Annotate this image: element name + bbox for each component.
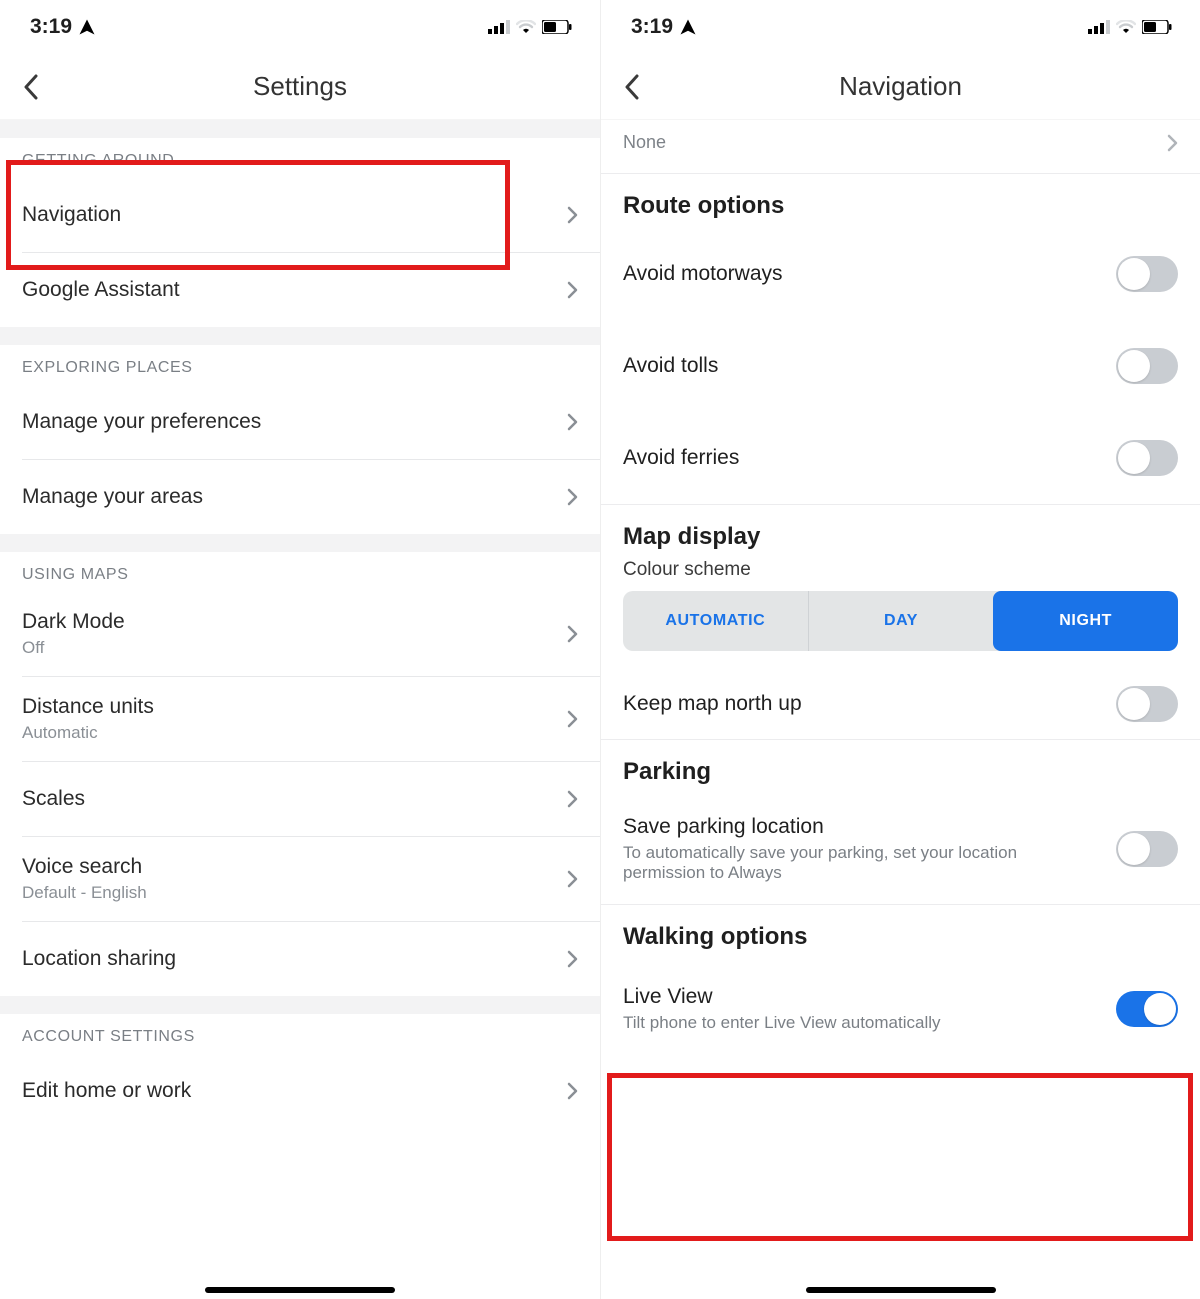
chevron-left-icon bbox=[23, 74, 39, 100]
status-time: 3:19 bbox=[30, 15, 72, 39]
settings-screen: 3:19 Settings GETTING AROUND Navigation bbox=[0, 0, 600, 1299]
navigation-screen: 3:19 Navigation None Route options bbox=[600, 0, 1200, 1299]
chevron-right-icon bbox=[1167, 134, 1178, 152]
battery-icon bbox=[1142, 20, 1172, 34]
row-label: Dark Mode bbox=[22, 610, 567, 634]
row-avoid-tolls: Avoid tolls bbox=[601, 320, 1200, 412]
row-live-view: Live View Tilt phone to enter Live View … bbox=[601, 959, 1200, 1059]
location-icon bbox=[78, 18, 96, 36]
colour-scheme-segmented: AUTOMATIC DAY NIGHT bbox=[623, 591, 1178, 651]
row-label: Avoid ferries bbox=[623, 446, 739, 470]
page-title: Navigation bbox=[601, 71, 1200, 102]
section-header-getting-around: GETTING AROUND bbox=[0, 138, 600, 178]
row-save-parking: Save parking location To automatically s… bbox=[601, 794, 1200, 904]
nav-bar: Settings bbox=[0, 54, 600, 120]
row-label: Avoid tolls bbox=[623, 354, 718, 378]
row-label: Navigation bbox=[22, 203, 567, 227]
chevron-right-icon bbox=[567, 710, 578, 728]
toggle-save-parking[interactable] bbox=[1116, 831, 1178, 867]
row-none[interactable]: None bbox=[601, 120, 1200, 173]
chevron-right-icon bbox=[567, 950, 578, 968]
row-manage-preferences[interactable]: Manage your preferences bbox=[0, 385, 600, 459]
row-label: Distance units bbox=[22, 695, 567, 719]
row-sub: Default - English bbox=[22, 883, 567, 903]
row-dark-mode[interactable]: Dark Mode Off bbox=[0, 592, 600, 676]
row-label: Keep map north up bbox=[623, 692, 802, 716]
back-button[interactable] bbox=[6, 62, 56, 112]
chevron-right-icon bbox=[567, 488, 578, 506]
home-indicator bbox=[806, 1287, 996, 1293]
group-parking: Parking bbox=[601, 740, 1200, 794]
chevron-right-icon bbox=[567, 413, 578, 431]
row-label: Live View bbox=[623, 985, 941, 1009]
row-label: Edit home or work bbox=[22, 1079, 567, 1103]
scheme-option-automatic[interactable]: AUTOMATIC bbox=[623, 591, 808, 651]
row-distance-units[interactable]: Distance units Automatic bbox=[0, 677, 600, 761]
status-icons bbox=[1088, 20, 1172, 34]
home-indicator bbox=[205, 1287, 395, 1293]
status-bar: 3:19 bbox=[601, 0, 1200, 54]
annotation-highlight bbox=[607, 1073, 1193, 1241]
toggle-live-view[interactable] bbox=[1116, 991, 1178, 1027]
battery-icon bbox=[542, 20, 572, 34]
section-header-using-maps: USING MAPS bbox=[0, 552, 600, 592]
row-voice-search[interactable]: Voice search Default - English bbox=[0, 837, 600, 921]
page-title: Settings bbox=[0, 71, 600, 102]
row-label: Scales bbox=[22, 787, 567, 811]
row-sub: To automatically save your parking, set … bbox=[623, 843, 1053, 883]
row-avoid-ferries: Avoid ferries bbox=[601, 412, 1200, 504]
location-icon bbox=[679, 18, 697, 36]
chevron-right-icon bbox=[567, 625, 578, 643]
row-label: Manage your areas bbox=[22, 485, 567, 509]
row-label: Voice search bbox=[22, 855, 567, 879]
chevron-right-icon bbox=[567, 1082, 578, 1100]
nav-bar: Navigation bbox=[601, 54, 1200, 120]
cellular-icon bbox=[1088, 20, 1110, 34]
row-label: Location sharing bbox=[22, 947, 567, 971]
group-walking-options: Walking options bbox=[601, 905, 1200, 959]
wifi-icon bbox=[1116, 20, 1136, 34]
row-location-sharing[interactable]: Location sharing bbox=[0, 922, 600, 996]
cellular-icon bbox=[488, 20, 510, 34]
row-sub: Automatic bbox=[22, 723, 567, 743]
chevron-right-icon bbox=[567, 870, 578, 888]
chevron-right-icon bbox=[567, 206, 578, 224]
row-sub: Off bbox=[22, 638, 567, 658]
row-manage-areas[interactable]: Manage your areas bbox=[0, 460, 600, 534]
row-navigation[interactable]: Navigation bbox=[0, 178, 600, 252]
wifi-icon bbox=[516, 20, 536, 34]
chevron-right-icon bbox=[567, 790, 578, 808]
row-keep-north-up: Keep map north up bbox=[601, 669, 1200, 739]
section-header-account: ACCOUNT SETTINGS bbox=[0, 1014, 600, 1054]
row-label: Google Assistant bbox=[22, 278, 567, 302]
row-label: Avoid motorways bbox=[623, 262, 783, 286]
group-route-options: Route options bbox=[601, 174, 1200, 228]
toggle-avoid-tolls[interactable] bbox=[1116, 348, 1178, 384]
scheme-option-day[interactable]: DAY bbox=[808, 591, 994, 651]
row-sub: Tilt phone to enter Live View automatica… bbox=[623, 1013, 941, 1033]
row-google-assistant[interactable]: Google Assistant bbox=[0, 253, 600, 327]
toggle-keep-north-up[interactable] bbox=[1116, 686, 1178, 722]
group-map-display: Map display bbox=[601, 505, 1200, 559]
back-button[interactable] bbox=[607, 62, 657, 112]
row-edit-home-work[interactable]: Edit home or work bbox=[0, 1054, 600, 1128]
status-time: 3:19 bbox=[631, 15, 673, 39]
row-label: Save parking location bbox=[623, 815, 1053, 839]
section-header-exploring: EXPLORING PLACES bbox=[0, 345, 600, 385]
status-icons bbox=[488, 20, 572, 34]
status-bar: 3:19 bbox=[0, 0, 600, 54]
row-label: None bbox=[623, 132, 666, 153]
toggle-avoid-ferries[interactable] bbox=[1116, 440, 1178, 476]
chevron-right-icon bbox=[567, 281, 578, 299]
row-avoid-motorways: Avoid motorways bbox=[601, 228, 1200, 320]
colour-scheme-label: Colour scheme bbox=[601, 559, 1200, 591]
scheme-option-night[interactable]: NIGHT bbox=[993, 591, 1178, 651]
row-scales[interactable]: Scales bbox=[0, 762, 600, 836]
chevron-left-icon bbox=[624, 74, 640, 100]
toggle-avoid-motorways[interactable] bbox=[1116, 256, 1178, 292]
row-label: Manage your preferences bbox=[22, 410, 567, 434]
